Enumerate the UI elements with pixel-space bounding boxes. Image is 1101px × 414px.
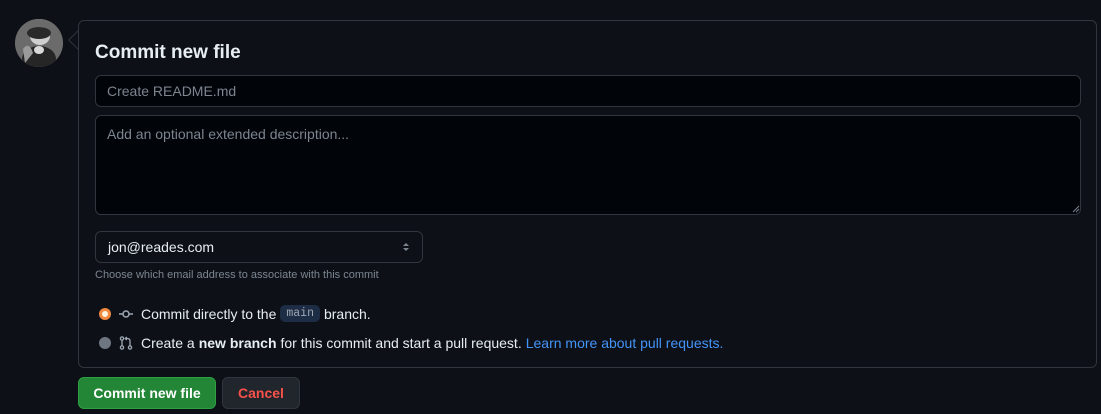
- learn-more-pull-requests-link[interactable]: Learn more about pull requests.: [526, 335, 724, 351]
- git-commit-icon: [119, 309, 133, 318]
- user-avatar[interactable]: [15, 19, 63, 67]
- option-commit-directly[interactable]: Commit directly to the main branch.: [99, 305, 371, 322]
- email-select[interactable]: jon@reades.com: [95, 231, 423, 263]
- radio-new-branch[interactable]: [99, 337, 111, 349]
- cancel-button[interactable]: Cancel: [222, 377, 300, 409]
- radio-commit-directly[interactable]: [99, 307, 111, 320]
- select-arrows-icon: [402, 241, 410, 253]
- commit-form: Commit new file jon@reades.com Choose wh…: [78, 20, 1097, 368]
- option-new-branch-text-after: for this commit and start a pull request…: [280, 335, 522, 351]
- option-new-branch-strong: new branch: [198, 335, 277, 351]
- email-select-value: jon@reades.com: [108, 239, 215, 255]
- form-title: Commit new file: [95, 42, 241, 63]
- email-help-text: Choose which email address to associate …: [95, 269, 379, 281]
- resize-grip-icon[interactable]: [1072, 205, 1080, 213]
- option-new-branch-text: Create a: [141, 335, 195, 351]
- commit-summary-input[interactable]: [95, 75, 1081, 107]
- option-direct-text-after: branch.: [323, 305, 371, 322]
- commit-new-file-button[interactable]: Commit new file: [78, 377, 216, 409]
- branch-name-code: main: [280, 305, 320, 322]
- commit-description-textarea[interactable]: [95, 115, 1081, 215]
- option-direct-text: Commit directly to the: [141, 305, 277, 322]
- git-pull-request-icon: [119, 336, 133, 350]
- avatar-photo-icon: [15, 19, 63, 67]
- option-new-branch[interactable]: Create a new branch for this commit and …: [99, 335, 723, 351]
